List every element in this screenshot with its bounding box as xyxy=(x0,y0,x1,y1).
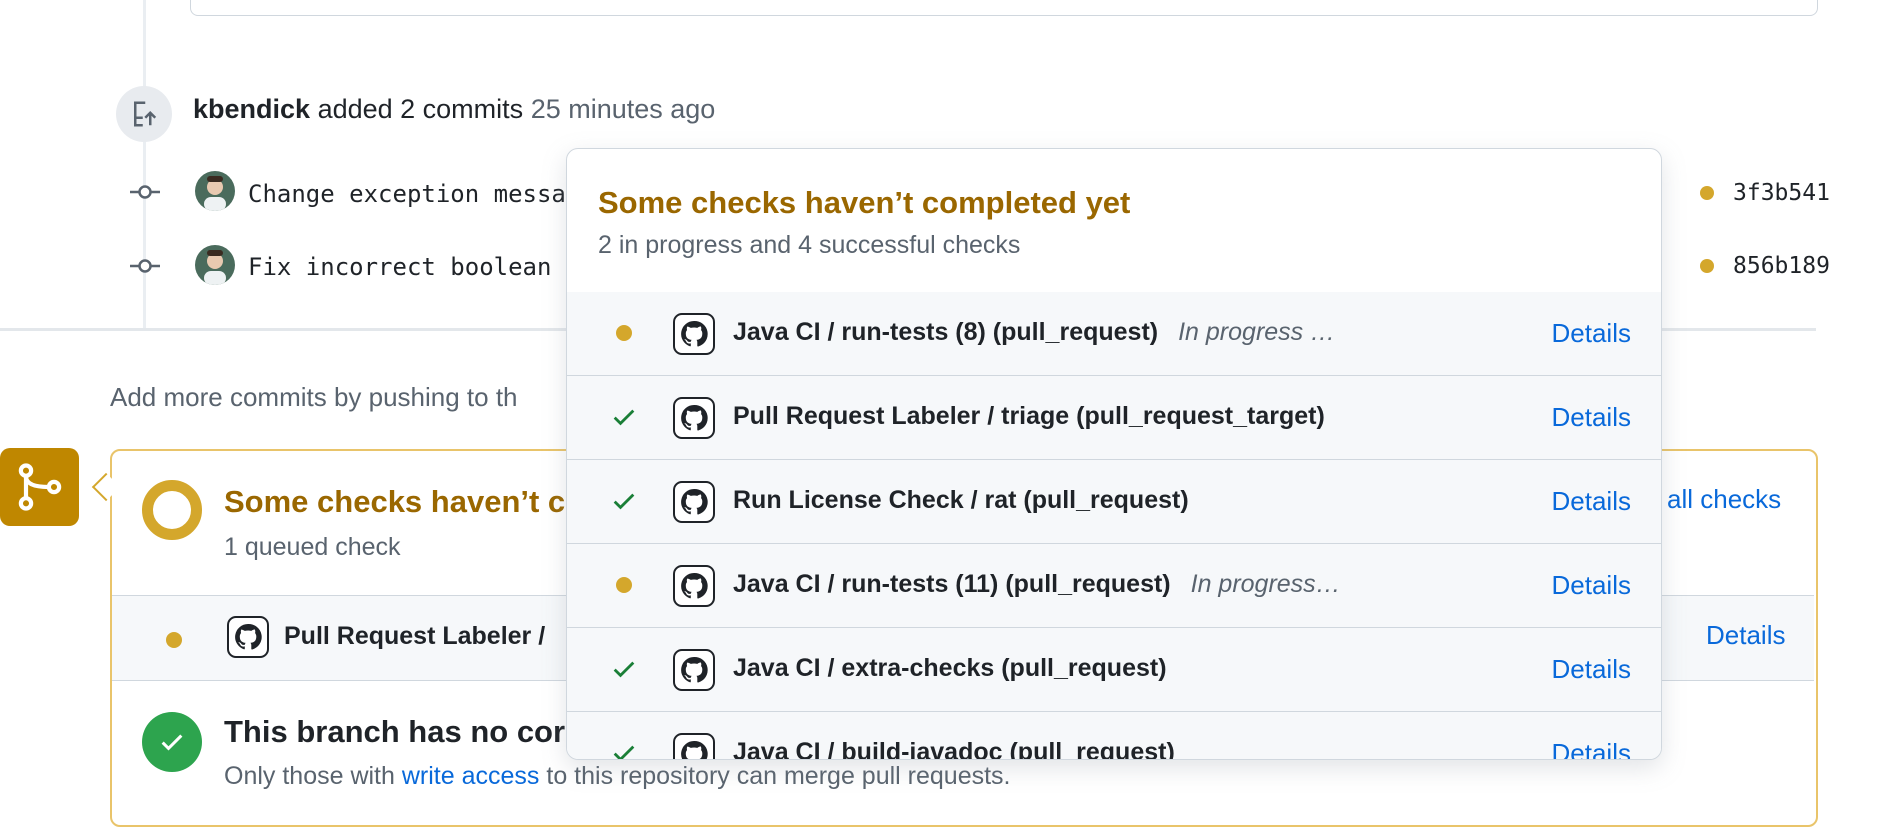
check-row: Pull Request Labeler / triage (pull_requ… xyxy=(567,376,1661,460)
check-row: Run License Check / rat (pull_request) De… xyxy=(567,460,1661,544)
check-details-link[interactable]: Details xyxy=(1552,570,1631,601)
check-row: Java CI / build-javadoc (pull_request) De… xyxy=(567,712,1661,760)
check-pending-icon xyxy=(609,318,639,348)
check-name: Java CI / build-javadoc (pull_request) xyxy=(733,738,1175,760)
check-details-link[interactable]: Details xyxy=(1552,738,1631,759)
commit-status-pending-icon[interactable] xyxy=(1700,259,1714,273)
commit-icon xyxy=(130,185,160,199)
check-success-icon xyxy=(609,402,639,432)
show-all-checks-link[interactable]: all checks xyxy=(1667,484,1781,515)
commit-sha[interactable]: 856b189 xyxy=(1733,253,1830,279)
event-actor[interactable]: kbendick xyxy=(193,94,310,124)
check-name: Pull Request Labeler / triage (pull_requ… xyxy=(733,402,1325,431)
check-details-link[interactable]: Details xyxy=(1552,402,1631,433)
check-row: Java CI / run-tests (8) (pull_request) In… xyxy=(567,292,1661,376)
popover-header: Some checks haven’t completed yet 2 in p… xyxy=(567,149,1661,293)
check-name-text: Java CI / run-tests (8) (pull_request) xyxy=(733,318,1159,346)
permission-suffix: to this repository can merge pull reques… xyxy=(546,762,1011,790)
check-row: Java CI / run-tests (11) (pull_request) I… xyxy=(567,544,1661,628)
check-success-icon xyxy=(609,654,639,684)
checks-popover: Some checks haven’t completed yet 2 in p… xyxy=(566,148,1662,760)
check-name-text: Pull Request Labeler / triage (pull_requ… xyxy=(733,402,1325,430)
check-success-icon xyxy=(609,738,639,759)
check-name: Java CI / run-tests (8) (pull_request) In… xyxy=(733,318,1335,347)
merge-checks-subtitle: 1 queued check xyxy=(224,533,401,561)
permission-prefix: Only those with xyxy=(224,762,395,790)
check-state: In progress… xyxy=(1190,570,1341,598)
check-name-text: Java CI / build-javadoc (pull_request) xyxy=(733,738,1175,760)
check-pending-icon xyxy=(609,570,639,600)
avatar[interactable] xyxy=(195,245,235,285)
checks-pending-icon xyxy=(142,480,202,540)
write-access-link[interactable]: write access xyxy=(402,762,540,790)
check-pending-icon xyxy=(166,632,182,648)
popover-title: Some checks haven’t completed yet xyxy=(598,185,1131,220)
check-success-icon xyxy=(609,486,639,516)
github-actions-icon xyxy=(673,313,715,355)
commit-sha[interactable]: 3f3b541 xyxy=(1733,180,1830,206)
avatar[interactable] xyxy=(195,171,235,211)
commit-icon xyxy=(130,259,160,273)
merge-checks-title: Some checks haven’t c xyxy=(224,484,566,519)
check-success-icon xyxy=(142,712,202,772)
merge-permission-text: Only those with write access to this rep… xyxy=(224,762,1011,791)
check-details-link[interactable]: Details xyxy=(1552,318,1631,349)
check-details-link[interactable]: Details xyxy=(1552,486,1631,517)
github-actions-icon xyxy=(673,565,715,607)
github-actions-icon xyxy=(227,616,269,663)
check-name: Java CI / extra-checks (pull_request) xyxy=(733,654,1167,683)
check-name-text: Java CI / extra-checks (pull_request) xyxy=(733,654,1167,682)
commit-message[interactable]: Fix incorrect boolean xyxy=(248,253,551,281)
check-name: Run License Check / rat (pull_request) xyxy=(733,486,1189,515)
push-hint: Add more commits by pushing to th xyxy=(110,382,518,412)
commit-message[interactable]: Change exception messa xyxy=(248,180,566,208)
git-merge-icon xyxy=(0,448,79,526)
event-time[interactable]: 25 minutes ago xyxy=(531,94,716,124)
check-name-text: Run License Check / rat (pull_request) xyxy=(733,486,1189,514)
check-row: Java CI / extra-checks (pull_request) Det… xyxy=(567,628,1661,712)
branch-conflicts-title: This branch has no cor xyxy=(224,714,566,749)
popover-subtitle: 2 in progress and 4 successful checks xyxy=(598,231,1021,259)
check-name: Java CI / run-tests (11) (pull_request) I… xyxy=(733,570,1341,599)
check-details-link[interactable]: Details xyxy=(1552,654,1631,685)
previous-comment-box xyxy=(190,0,1818,16)
github-actions-icon xyxy=(673,733,715,759)
timeline-line xyxy=(143,0,146,330)
queued-check-name: Pull Request Labeler / xyxy=(284,622,546,650)
check-state: In progress … xyxy=(1178,318,1336,346)
commit-event: kbendick added 2 commits 25 minutes ago xyxy=(193,94,715,125)
push-icon xyxy=(116,86,172,142)
event-action: added 2 commits xyxy=(317,94,524,124)
github-actions-icon xyxy=(673,397,715,439)
check-name-text: Java CI / run-tests (11) (pull_request) xyxy=(733,570,1171,598)
queued-check-details-link[interactable]: Details xyxy=(1706,620,1785,651)
github-actions-icon xyxy=(673,481,715,523)
commit-status-pending-icon[interactable] xyxy=(1700,186,1714,200)
github-actions-icon xyxy=(673,649,715,691)
